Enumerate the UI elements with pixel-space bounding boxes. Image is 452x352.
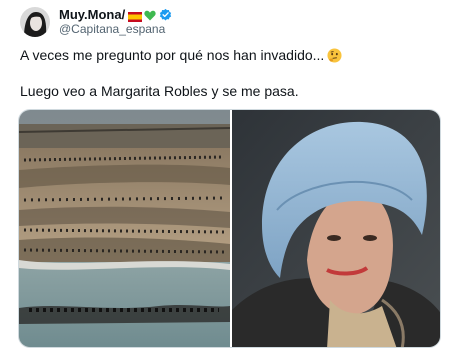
verified-badge-icon [159, 8, 172, 21]
photo-crowd-beach[interactable] [19, 110, 230, 347]
author-name[interactable]: Muy.Mona/ [59, 7, 125, 22]
photo-woman-portrait[interactable] [232, 110, 440, 347]
tweet-text-line-2: Luego veo a Margarita Robles y se me pas… [20, 83, 299, 99]
thinking-face-icon [327, 48, 342, 63]
tweet-text: A veces me pregunto por qué nos han inva… [20, 47, 325, 63]
tweet-media[interactable] [18, 109, 441, 348]
spain-flag-icon [128, 10, 143, 22]
avatar[interactable] [20, 7, 50, 37]
green-heart-icon [144, 9, 156, 21]
author-handle[interactable]: @Capitana_espana [59, 22, 172, 37]
tweet-header: Muy.Mona/ @Capitana_espana [20, 6, 172, 38]
tweet-text-line-1: A veces me pregunto por qué nos han inva… [20, 46, 342, 64]
